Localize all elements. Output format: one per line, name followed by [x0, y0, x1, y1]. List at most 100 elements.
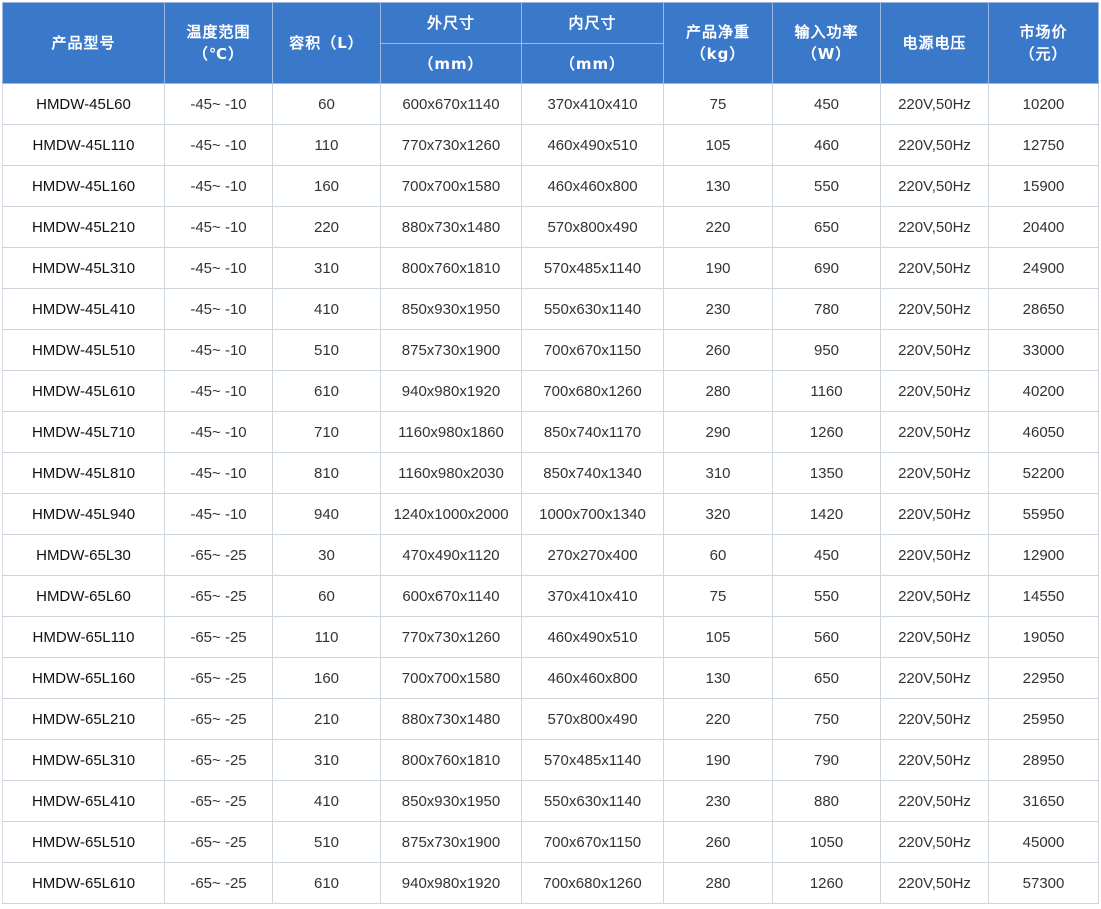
cell-weight: 130	[663, 165, 773, 207]
cell-power: 550	[772, 575, 881, 617]
cell-temperature: -45~ -10	[164, 83, 273, 125]
cell-voltage: 220V,50Hz	[880, 657, 989, 699]
header-weight-unit: （kg）	[690, 45, 746, 63]
header-price-label: 市场价	[1019, 23, 1068, 41]
cell-voltage: 220V,50Hz	[880, 165, 989, 207]
cell-power: 1350	[772, 452, 881, 494]
header-inner-size: 内尺寸	[521, 2, 664, 44]
header-model-label: 产品型号	[51, 34, 116, 52]
cell-price: 40200	[988, 370, 1099, 412]
cell-model: HMDW-65L160	[2, 657, 165, 699]
header-temperature-label: 温度范围	[186, 23, 251, 41]
cell-outer-size: 1160x980x2030	[380, 452, 522, 494]
header-inner-size-unit-label: （mm）	[559, 54, 626, 73]
header-volume-label: 容积（L）	[289, 34, 364, 52]
cell-outer-size: 770x730x1260	[380, 124, 522, 166]
cell-voltage: 220V,50Hz	[880, 616, 989, 658]
cell-model: HMDW-45L310	[2, 247, 165, 289]
cell-volume: 610	[272, 370, 381, 412]
cell-outer-size: 1160x980x1860	[380, 411, 522, 453]
cell-outer-size: 470x490x1120	[380, 534, 522, 576]
cell-weight: 320	[663, 493, 773, 535]
header-inner-size-unit: （mm）	[521, 43, 664, 84]
table-row: HMDW-65L610 -65~ -25 610 940x980x1920 700x68…	[2, 862, 1099, 904]
cell-power: 1160	[772, 370, 881, 412]
header-outer-size-unit: （mm）	[380, 43, 522, 84]
cell-inner-size: 370x410x410	[521, 575, 664, 617]
cell-inner-size: 570x800x490	[521, 698, 664, 740]
cell-weight: 290	[663, 411, 773, 453]
cell-inner-size: 850x740x1170	[521, 411, 664, 453]
cell-inner-size: 1000x700x1340	[521, 493, 664, 535]
cell-inner-size: 460x460x800	[521, 165, 664, 207]
cell-outer-size: 880x730x1480	[380, 206, 522, 248]
cell-outer-size: 940x980x1920	[380, 862, 522, 904]
cell-price: 19050	[988, 616, 1099, 658]
table-row: HMDW-45L310 -45~ -10 310 800x760x1810 570x48…	[2, 247, 1099, 289]
cell-model: HMDW-65L510	[2, 821, 165, 863]
cell-model: HMDW-65L410	[2, 780, 165, 822]
cell-outer-size: 850x930x1950	[380, 780, 522, 822]
cell-voltage: 220V,50Hz	[880, 698, 989, 740]
table-row: HMDW-65L60 -65~ -25 60 600x670x1140 370x410x…	[2, 575, 1099, 617]
cell-model: HMDW-45L710	[2, 411, 165, 453]
header-temperature: 温度范围 （℃）	[164, 2, 273, 84]
cell-model: HMDW-65L110	[2, 616, 165, 658]
cell-temperature: -45~ -10	[164, 165, 273, 207]
header-volume: 容积（L）	[272, 2, 381, 84]
cell-volume: 610	[272, 862, 381, 904]
cell-weight: 280	[663, 370, 773, 412]
cell-voltage: 220V,50Hz	[880, 206, 989, 248]
cell-weight: 260	[663, 329, 773, 371]
cell-weight: 220	[663, 206, 773, 248]
table-row: HMDW-45L940 -45~ -10 940 1240x1000x2000 1000…	[2, 493, 1099, 535]
cell-outer-size: 800x760x1810	[380, 247, 522, 289]
cell-voltage: 220V,50Hz	[880, 124, 989, 166]
cell-volume: 60	[272, 575, 381, 617]
cell-outer-size: 1240x1000x2000	[380, 493, 522, 535]
table-row: HMDW-65L110 -65~ -25 110 770x730x1260 460x49…	[2, 616, 1099, 658]
cell-voltage: 220V,50Hz	[880, 862, 989, 904]
cell-model: HMDW-45L510	[2, 329, 165, 371]
cell-power: 1420	[772, 493, 881, 535]
cell-power: 460	[772, 124, 881, 166]
cell-outer-size: 850x930x1950	[380, 288, 522, 330]
cell-power: 1260	[772, 862, 881, 904]
cell-weight: 230	[663, 780, 773, 822]
header-voltage-label: 电源电压	[902, 34, 967, 52]
cell-model: HMDW-45L160	[2, 165, 165, 207]
cell-price: 28650	[988, 288, 1099, 330]
header-weight-label: 产品净重	[685, 23, 750, 41]
cell-price: 24900	[988, 247, 1099, 289]
cell-voltage: 220V,50Hz	[880, 739, 989, 781]
cell-outer-size: 700x700x1580	[380, 657, 522, 699]
header-temperature-unit: （℃）	[192, 45, 245, 63]
cell-price: 57300	[988, 862, 1099, 904]
cell-inner-size: 700x670x1150	[521, 329, 664, 371]
cell-weight: 230	[663, 288, 773, 330]
cell-inner-size: 700x680x1260	[521, 862, 664, 904]
cell-temperature: -45~ -10	[164, 493, 273, 535]
cell-temperature: -65~ -25	[164, 739, 273, 781]
cell-power: 690	[772, 247, 881, 289]
header-inner-size-label: 内尺寸	[568, 14, 617, 32]
cell-volume: 160	[272, 657, 381, 699]
cell-power: 450	[772, 534, 881, 576]
cell-power: 550	[772, 165, 881, 207]
cell-volume: 310	[272, 247, 381, 289]
header-outer-size: 外尺寸	[380, 2, 522, 44]
cell-outer-size: 600x670x1140	[380, 575, 522, 617]
cell-price: 55950	[988, 493, 1099, 535]
cell-inner-size: 460x490x510	[521, 124, 664, 166]
cell-weight: 105	[663, 124, 773, 166]
cell-voltage: 220V,50Hz	[880, 288, 989, 330]
cell-volume: 510	[272, 329, 381, 371]
cell-voltage: 220V,50Hz	[880, 575, 989, 617]
cell-inner-size: 460x460x800	[521, 657, 664, 699]
cell-power: 950	[772, 329, 881, 371]
cell-inner-size: 570x800x490	[521, 206, 664, 248]
cell-weight: 130	[663, 657, 773, 699]
cell-temperature: -65~ -25	[164, 698, 273, 740]
table-row: HMDW-45L610 -45~ -10 610 940x980x1920 700x68…	[2, 370, 1099, 412]
header-model: 产品型号	[2, 2, 165, 84]
